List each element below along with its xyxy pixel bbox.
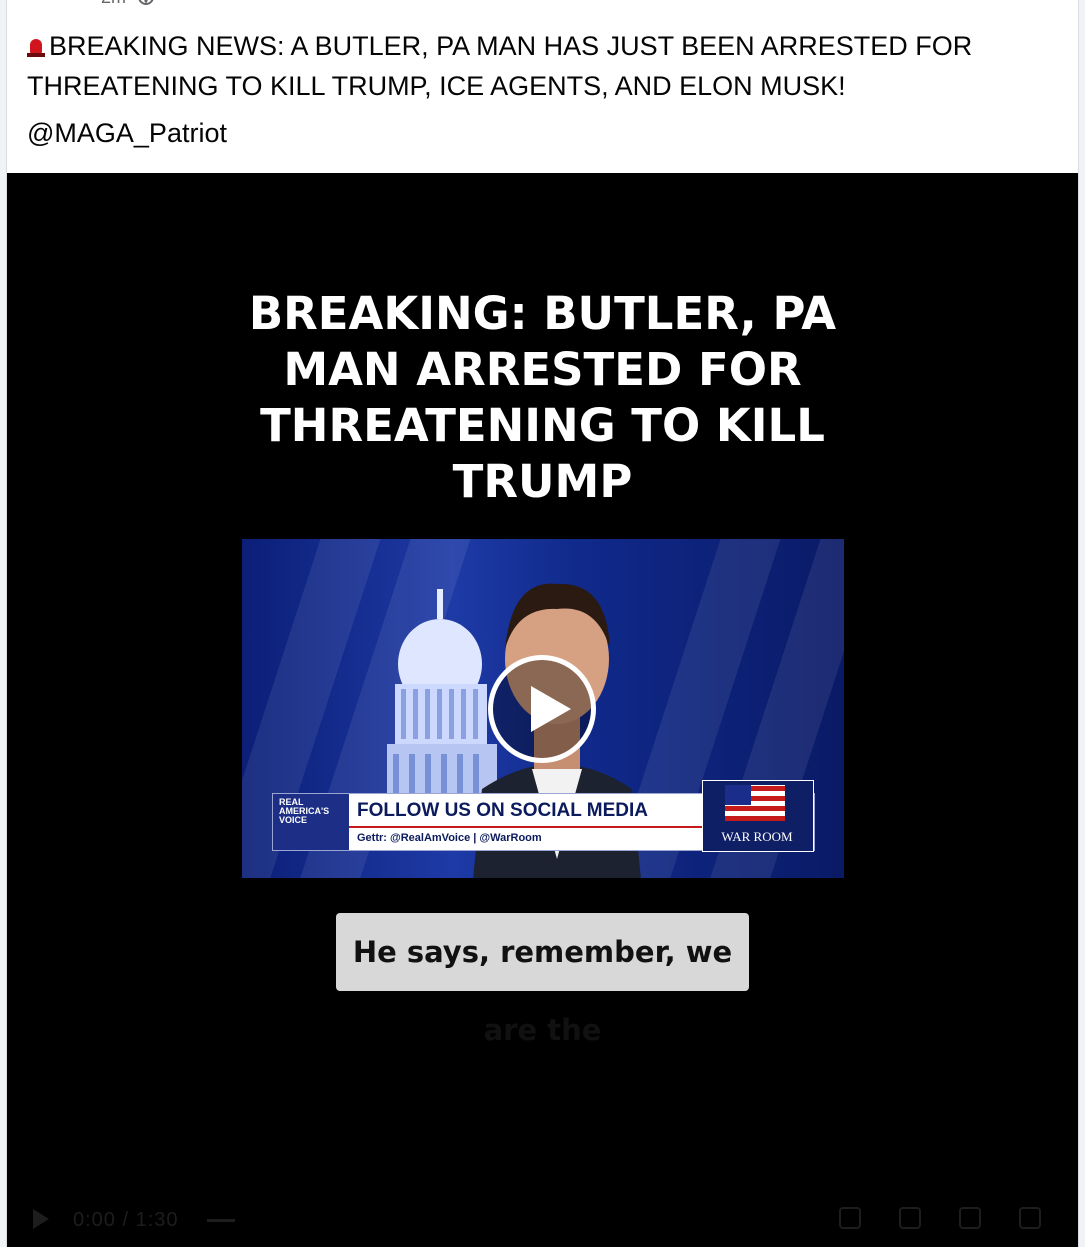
expand-icon[interactable] — [1019, 1207, 1041, 1229]
warroom-logo: WAR ROOM — [702, 780, 814, 852]
settings-icon[interactable] — [839, 1207, 861, 1229]
lower-third-divider — [349, 826, 704, 828]
volume-icon[interactable] — [899, 1207, 921, 1229]
video-headline-line: BREAKING: BUTLER, PA — [248, 287, 837, 340]
lower-third-banner: REAL AMERICA'S VOICE FOLLOW US ON SOCIAL… — [272, 780, 815, 852]
flag-eagle-icon — [725, 785, 785, 821]
video-headline-line: MAN ARRESTED FOR — [283, 343, 802, 396]
post-text-line-2: THREATENING TO KILL TRUMP, ICE AGENTS, A… — [27, 71, 846, 101]
post-text-line-1: BREAKING NEWS: A BUTLER, PA MAN HAS JUST… — [49, 31, 973, 61]
post-timestamp[interactable]: 2m — [101, 0, 126, 8]
post-handle[interactable]: @MAGA_Patriot — [27, 118, 227, 149]
video-headline-line: TRUMP — [452, 455, 633, 508]
video-caption: He says, remember, we are the — [336, 913, 749, 1047]
lower-third-subtitle: Gettr: @RealAmVoice | @WarRoom — [357, 832, 542, 844]
post-meta: 2m — [101, 0, 155, 8]
video-headline-line: THREATENING TO KILL — [260, 399, 825, 452]
video-thumbnail[interactable]: REAL AMERICA'S VOICE FOLLOW US ON SOCIAL… — [242, 539, 844, 878]
post-text: BREAKING NEWS: A BUTLER, PA MAN HAS JUST… — [27, 26, 1057, 106]
lower-third-title: FOLLOW US ON SOCIAL MEDIA — [357, 800, 648, 821]
fullscreen-icon[interactable] — [959, 1207, 981, 1229]
play-icon[interactable] — [488, 655, 596, 763]
network-logo: REAL AMERICA'S VOICE — [273, 794, 349, 850]
post-card: 2m BREAKING NEWS: A BUTLER, PA MAN HAS J… — [6, 0, 1079, 1247]
progress-bar[interactable] — [207, 1219, 235, 1222]
video-headline: BREAKING: BUTLER, PA MAN ARRESTED FOR TH… — [7, 286, 1078, 510]
siren-icon — [27, 37, 45, 57]
warroom-logo-text: WAR ROOM — [709, 829, 805, 845]
globe-icon — [138, 0, 155, 5]
video-time: 0:00 / 1:30 — [73, 1209, 179, 1231]
video-player[interactable]: BREAKING: BUTLER, PA MAN ARRESTED FOR TH… — [7, 173, 1078, 1247]
video-controls: 0:00 / 1:30 — [7, 1187, 1078, 1247]
play-icon[interactable] — [33, 1209, 49, 1229]
